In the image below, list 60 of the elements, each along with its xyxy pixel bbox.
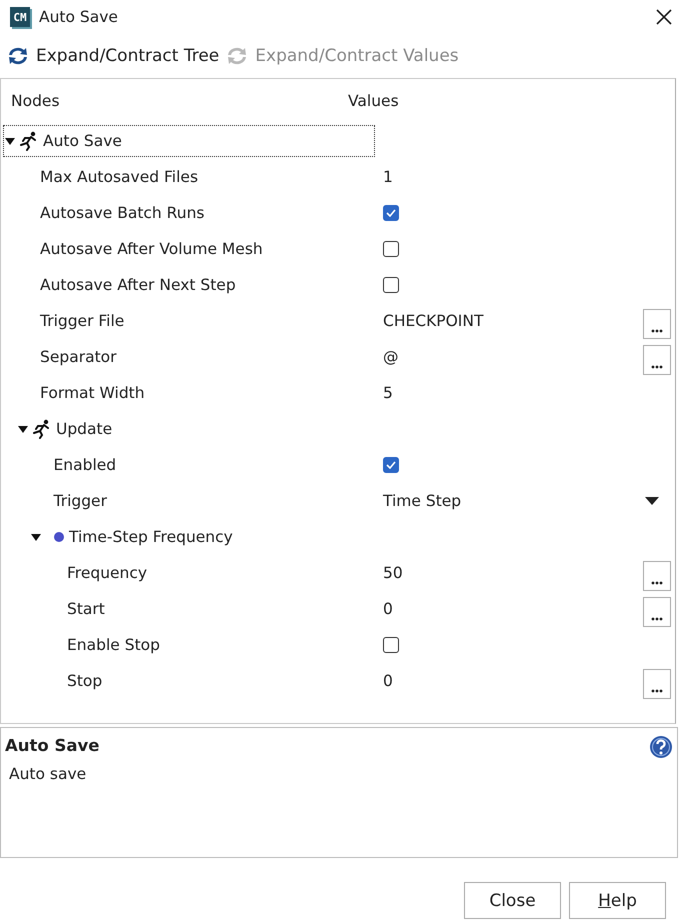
property-label[interactable]: Frequency: [67, 564, 148, 582]
column-header: Values: [347, 92, 400, 110]
checkbox[interactable]: [383, 277, 399, 293]
property-label[interactable]: Autosave Batch Runs: [40, 204, 204, 222]
dialog-button[interactable]: Help: [569, 882, 666, 919]
property-label[interactable]: Trigger File: [40, 312, 124, 330]
ellipsis-icon: [651, 365, 663, 369]
checkbox[interactable]: [383, 457, 399, 473]
property-label[interactable]: Max Autosaved Files: [40, 168, 198, 186]
ellipsis-icon: [651, 329, 663, 333]
running-figure-icon: [30, 419, 52, 439]
property-value[interactable]: 0: [383, 600, 643, 618]
property-value[interactable]: CHECKPOINT: [383, 312, 643, 330]
checkmark-icon: [386, 461, 396, 469]
property-label[interactable]: Format Width: [40, 384, 145, 402]
checkbox[interactable]: [383, 241, 399, 257]
checkbox[interactable]: [383, 205, 399, 221]
description-text: Auto save: [8, 765, 86, 783]
expand-arrow-icon[interactable]: [5, 138, 15, 144]
checkmark-icon: [386, 209, 396, 217]
property-value[interactable]: @: [383, 348, 643, 366]
property-label[interactable]: Separator: [40, 348, 117, 366]
window-title: Auto Save: [39, 8, 119, 26]
refresh-icon: [6, 45, 30, 67]
dropdown-caret-icon[interactable]: [645, 496, 659, 506]
property-value[interactable]: 0: [383, 672, 643, 690]
ellipsis-button[interactable]: [643, 345, 671, 375]
ellipsis-button[interactable]: [643, 669, 671, 699]
toolbar-button[interactable]: Expand/Contract Tree: [6, 45, 220, 67]
description-title: Auto Save: [5, 736, 100, 755]
tree-node-label[interactable]: Update: [56, 420, 112, 438]
tree-node-label[interactable]: Auto Save: [43, 132, 122, 150]
ellipsis-icon: [651, 581, 663, 585]
property-label[interactable]: Start: [67, 600, 105, 618]
property-label[interactable]: Autosave After Next Step: [40, 276, 236, 294]
help-icon[interactable]: [649, 735, 673, 759]
property-label[interactable]: Enabled: [54, 456, 116, 474]
property-label[interactable]: Enable Stop: [67, 636, 160, 654]
property-value[interactable]: 50: [383, 564, 643, 582]
app-logo: CM: [10, 7, 30, 27]
ellipsis-button[interactable]: [643, 597, 671, 627]
dot-icon: [53, 531, 65, 543]
ellipsis-icon: [651, 689, 663, 693]
tree-node-label[interactable]: Time-Step Frequency: [69, 528, 233, 546]
column-header: Nodes: [10, 92, 61, 110]
property-label[interactable]: Trigger: [54, 492, 107, 510]
expand-arrow-icon[interactable]: [31, 534, 41, 540]
ellipsis-button[interactable]: [643, 561, 671, 591]
property-value[interactable]: 5: [383, 384, 671, 402]
property-value[interactable]: 1: [383, 168, 671, 186]
ellipsis-button[interactable]: [643, 309, 671, 339]
close-icon[interactable]: [656, 9, 672, 25]
expand-arrow-icon[interactable]: [18, 426, 28, 432]
property-label[interactable]: Stop: [67, 672, 102, 690]
ellipsis-icon: [651, 617, 663, 621]
property-label[interactable]: Autosave After Volume Mesh: [40, 240, 263, 258]
dropdown-value[interactable]: Time Step: [383, 492, 645, 510]
running-figure-icon: [17, 131, 39, 151]
dialog-button[interactable]: Close: [464, 882, 561, 919]
checkbox[interactable]: [383, 637, 399, 653]
